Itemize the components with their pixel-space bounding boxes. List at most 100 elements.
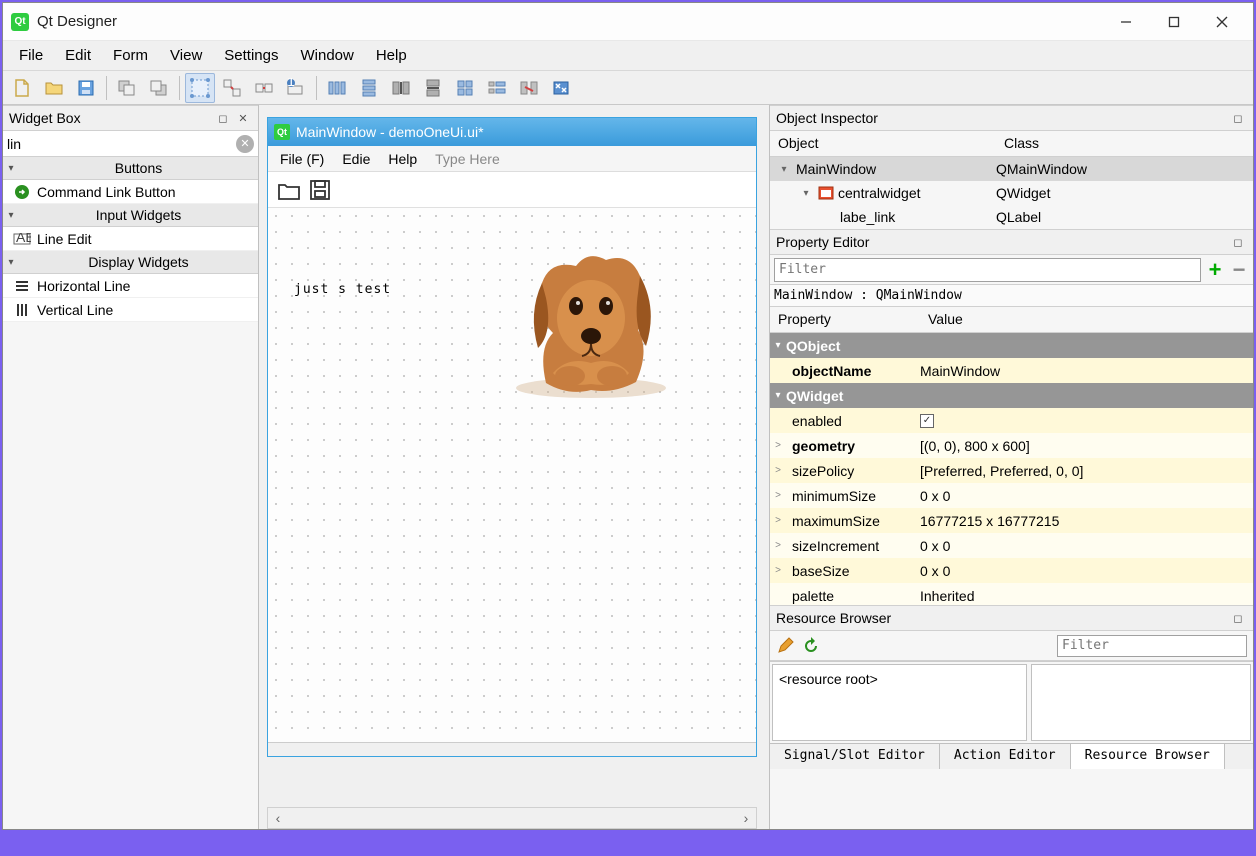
edit-widgets-button[interactable]	[185, 73, 215, 103]
category-label: Input Widgets	[19, 207, 258, 223]
property-editor-title: Property Editor	[776, 234, 869, 250]
layout-vertical-button[interactable]	[354, 73, 384, 103]
send-back-button[interactable]	[112, 73, 142, 103]
close-button[interactable]	[1199, 6, 1245, 38]
widget-category[interactable]: ▾Display Widgets	[3, 251, 258, 274]
form-open-icon[interactable]	[276, 178, 302, 202]
widget-item[interactable]: Vertical Line	[3, 298, 258, 322]
layout-grid-button[interactable]	[450, 73, 480, 103]
widget-category[interactable]: ▾Buttons	[3, 157, 258, 180]
inspector-row[interactable]: ▾ centralwidget QWidget	[770, 181, 1253, 205]
property-name: minimumSize	[786, 488, 916, 504]
menu-edit[interactable]: Edit	[55, 43, 101, 68]
property-row[interactable]: objectNameMainWindow	[770, 358, 1253, 383]
layout-horizontal-button[interactable]	[322, 73, 352, 103]
chevron-icon: >	[770, 465, 786, 476]
form-menu-item[interactable]: Edie	[334, 148, 378, 170]
canvas-image[interactable]	[498, 238, 684, 398]
menu-help[interactable]: Help	[366, 43, 417, 68]
property-row[interactable]: >minimumSize0 x 0	[770, 483, 1253, 508]
inspector-col-object[interactable]: Object	[770, 131, 996, 156]
edit-resource-button[interactable]	[776, 637, 794, 655]
canvas-label-text[interactable]: just s test	[294, 282, 391, 297]
reload-resource-button[interactable]	[802, 637, 820, 655]
bottom-tab[interactable]: Signal/Slot Editor	[770, 744, 940, 769]
property-row[interactable]: >sizePolicy[Preferred, Preferred, 0, 0]	[770, 458, 1253, 483]
property-row[interactable]: >geometry[(0, 0), 800 x 600]	[770, 433, 1253, 458]
hscroll-right[interactable]: ›	[736, 808, 756, 828]
bottom-tab[interactable]: Action Editor	[940, 744, 1071, 769]
property-group[interactable]: ▾QWidget	[770, 383, 1253, 408]
chevron-down-icon: ▾	[3, 257, 19, 268]
widget-box-title: Widget Box	[9, 110, 81, 126]
category-label: Display Widgets	[19, 254, 258, 270]
inspector-float-button[interactable]: ◻	[1229, 109, 1247, 127]
form-menu-item[interactable]: Help	[380, 148, 425, 170]
resource-float-button[interactable]: ◻	[1229, 609, 1247, 627]
property-row[interactable]: >maximumSize16777215 x 16777215	[770, 508, 1253, 533]
property-filter-input[interactable]	[774, 258, 1201, 282]
widget-item-label: Line Edit	[37, 231, 91, 247]
checkbox-icon[interactable]: ✓	[920, 414, 934, 428]
form-menu-item[interactable]: File (F)	[272, 148, 332, 170]
save-file-button[interactable]	[71, 73, 101, 103]
form-save-icon[interactable]	[308, 178, 332, 202]
form-menubar[interactable]: File (F)EdieHelpType Here	[268, 146, 756, 172]
remove-property-button[interactable]: −	[1229, 260, 1249, 280]
resource-filter-input[interactable]	[1057, 635, 1247, 657]
property-row[interactable]: enabled✓	[770, 408, 1253, 433]
property-name: baseSize	[786, 563, 916, 579]
widget-item[interactable]: Command Link Button	[3, 180, 258, 204]
minimize-button[interactable]	[1103, 6, 1149, 38]
open-file-button[interactable]	[39, 73, 69, 103]
add-property-button[interactable]: +	[1205, 260, 1225, 280]
property-col-value[interactable]: Value	[920, 307, 971, 332]
property-row[interactable]: paletteInherited	[770, 583, 1253, 605]
property-group[interactable]: ▾QObject	[770, 333, 1253, 358]
hscroll-track[interactable]	[288, 808, 736, 828]
break-layout-button[interactable]	[514, 73, 544, 103]
resource-tree[interactable]: <resource root>	[772, 664, 1027, 741]
menu-window[interactable]: Window	[290, 43, 363, 68]
edit-signals-button[interactable]	[217, 73, 247, 103]
inspector-row[interactable]: labe_linkQLabel	[770, 205, 1253, 229]
new-file-button[interactable]	[7, 73, 37, 103]
widget-item-label: Vertical Line	[37, 302, 113, 318]
menu-form[interactable]: Form	[103, 43, 158, 68]
layout-hsplitter-button[interactable]	[386, 73, 416, 103]
widget-item[interactable]: ABI Line Edit	[3, 227, 258, 251]
object-inspector-title: Object Inspector	[776, 110, 878, 126]
object-class: QWidget	[996, 185, 1050, 201]
chevron-icon: ▾	[798, 188, 814, 199]
bottom-tab[interactable]: Resource Browser	[1071, 744, 1225, 769]
qt-icon: Qt	[274, 124, 290, 140]
widget-box-filter-input[interactable]	[7, 136, 236, 152]
form-canvas[interactable]: just s test	[268, 208, 756, 742]
menu-settings[interactable]: Settings	[214, 43, 288, 68]
maximize-button[interactable]	[1151, 6, 1197, 38]
edit-tab-order-button[interactable]: 1	[281, 73, 311, 103]
inspector-row[interactable]: ▾MainWindowQMainWindow	[770, 157, 1253, 181]
form-menu-type-here[interactable]: Type Here	[427, 148, 508, 170]
inspector-col-class[interactable]: Class	[996, 131, 1047, 156]
layout-vsplitter-button[interactable]	[418, 73, 448, 103]
adjust-size-button[interactable]	[546, 73, 576, 103]
bring-front-button[interactable]	[144, 73, 174, 103]
clear-filter-button[interactable]: ✕	[236, 135, 254, 153]
widget-category[interactable]: ▾Input Widgets	[3, 204, 258, 227]
property-float-button[interactable]: ◻	[1229, 233, 1247, 251]
widget-box-float-button[interactable]: ◻	[214, 109, 232, 127]
menu-file[interactable]: File	[9, 43, 53, 68]
layout-form-button[interactable]	[482, 73, 512, 103]
edit-field-icon: ABI	[13, 233, 31, 245]
property-row[interactable]: >sizeIncrement0 x 0	[770, 533, 1253, 558]
group-name: QWidget	[786, 388, 843, 404]
property-row[interactable]: >baseSize0 x 0	[770, 558, 1253, 583]
widget-item[interactable]: Horizontal Line	[3, 274, 258, 298]
widget-box-close-button[interactable]: ✕	[234, 109, 252, 127]
edit-buddies-button[interactable]	[249, 73, 279, 103]
hscroll-left[interactable]: ‹	[268, 808, 288, 828]
menu-view[interactable]: View	[160, 43, 212, 68]
object-name: centralwidget	[838, 185, 921, 201]
property-col-name[interactable]: Property	[770, 307, 920, 332]
